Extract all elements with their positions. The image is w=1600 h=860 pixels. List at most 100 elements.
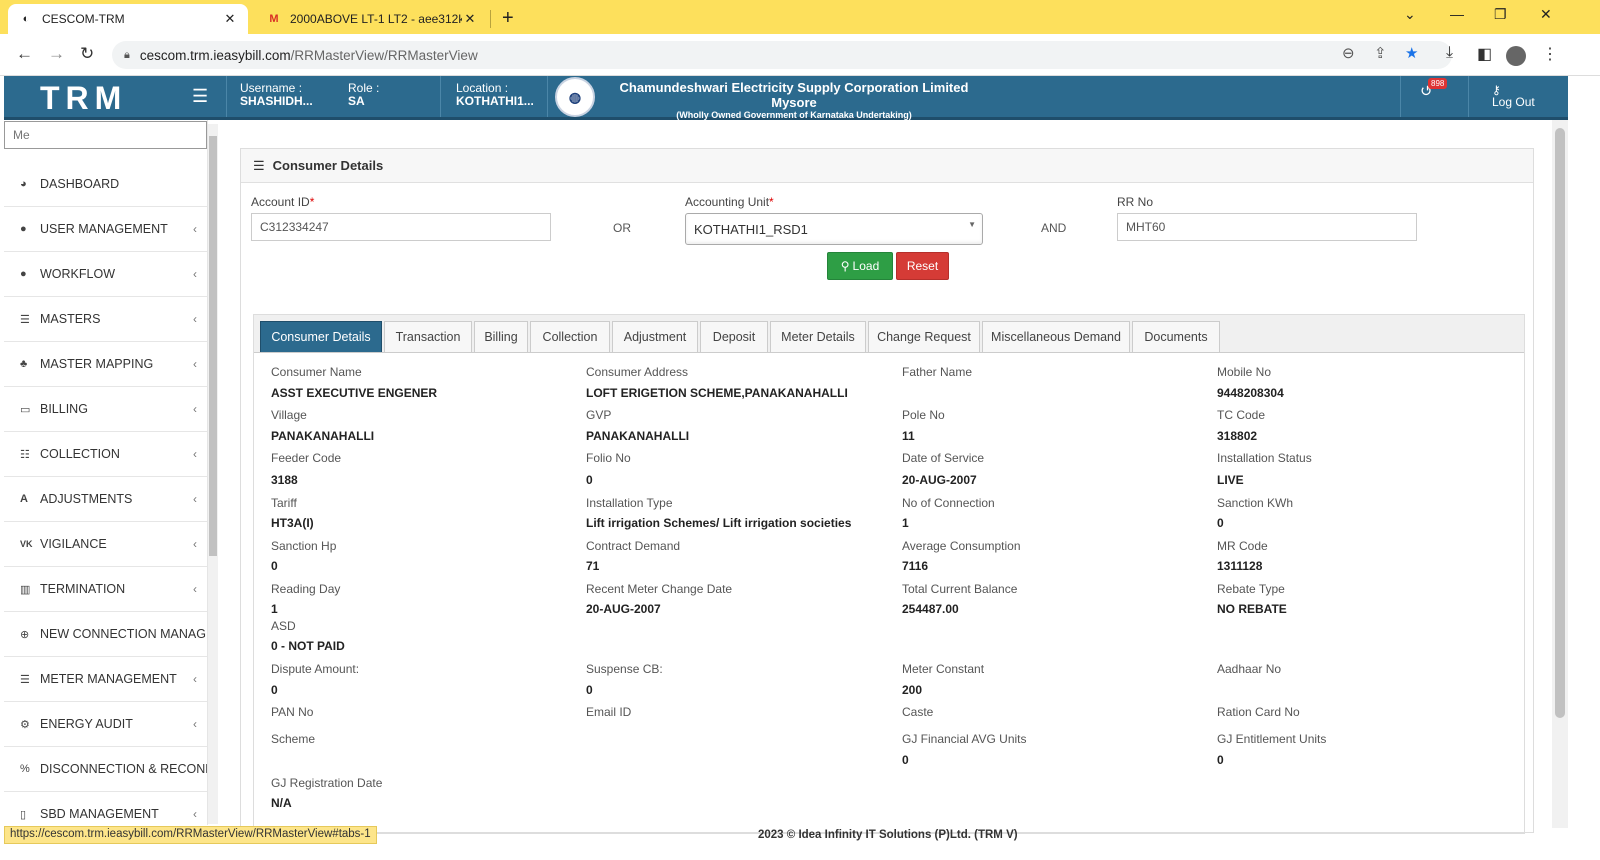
tab-deposit[interactable]: Deposit (700, 321, 768, 352)
installation-status-label: Installation Status (1217, 451, 1312, 465)
installation-type-label: Installation Type (586, 496, 673, 510)
tab-consumer-details[interactable]: Consumer Details (260, 321, 382, 352)
sidebar-item-adjustments[interactable]: A ADJUSTMENTS ‹ (4, 477, 207, 522)
sidebar-item-sbd-management[interactable]: ▯ SBD MANAGEMENT ‹ (4, 792, 207, 825)
download-icon[interactable]: ⤓ (1446, 44, 1453, 62)
forward-icon[interactable]: → (48, 44, 65, 64)
sidebar-item-label: SBD MANAGEMENT (40, 807, 159, 821)
sidebar-item-dashboard[interactable]: ◕ DASHBOARD (4, 162, 207, 207)
side-panel-icon[interactable]: ◧ (1477, 44, 1492, 64)
rebate-type-value: NO REBATE (1217, 602, 1287, 616)
sidebar-item-master-mapping[interactable]: ♣ MASTER MAPPING ‹ (4, 342, 207, 387)
tab-miscellaneous-demand[interactable]: Miscellaneous Demand (982, 321, 1130, 352)
tab-collection[interactable]: Collection (530, 321, 610, 352)
status-bar-url: https://cescom.trm.ieasybill.com/RRMaste… (4, 826, 377, 844)
close-window-icon[interactable]: ✕ (1540, 6, 1552, 23)
sidebar-item-label: COLLECTION (40, 447, 120, 461)
globe-icon: ◐ (22, 13, 30, 25)
menu-search-input[interactable] (4, 121, 207, 149)
sanction-kwh-value: 0 (1217, 516, 1224, 530)
restore-icon[interactable]: ❐ (1494, 6, 1507, 23)
back-icon[interactable]: ← (16, 44, 33, 64)
bookmark-star-icon[interactable]: ★ (1405, 44, 1418, 62)
sidebar-item-masters[interactable]: ☰ MASTERS ‹ (4, 297, 207, 342)
sidebar-item-collection[interactable]: ☷ COLLECTION ‹ (4, 432, 207, 477)
share-icon[interactable]: ⇪ (1374, 44, 1387, 62)
no-of-connection-value: 1 (902, 516, 909, 530)
no-of-connection-label: No of Connection (902, 496, 995, 510)
browser-tab-cescom[interactable]: ◐ CESCOM-TRM ✕ (8, 4, 248, 34)
browser-menu-icon[interactable]: ⋮ (1542, 44, 1558, 64)
tab-documents[interactable]: Documents (1132, 321, 1220, 352)
sidebar-item-label: MASTERS (40, 312, 101, 326)
minimize-icon[interactable]: — (1450, 6, 1464, 22)
sidebar-item-label: DASHBOARD (40, 177, 120, 191)
address-toolbar: ← → ↻ 🔒︎ cescom.trm.ieasybill.com/RRMast… (0, 34, 1600, 76)
rr-no-input[interactable] (1117, 213, 1417, 241)
sanction-kwh-label: Sanction KWh (1217, 496, 1294, 510)
close-tab-icon[interactable]: ✕ (222, 11, 238, 27)
monitor-icon: ▭ (20, 403, 31, 416)
folio-no-label: Folio No (586, 451, 631, 465)
tab-adjustment[interactable]: Adjustment (612, 321, 698, 352)
sidebar-scrollbar[interactable] (208, 124, 218, 824)
close-tab-icon[interactable]: ✕ (462, 11, 478, 27)
sidebar-item-disconnection[interactable]: % DISCONNECTION & RECONNECTION (4, 747, 207, 792)
sidebar-item-label: WORKFLOW (40, 267, 115, 281)
hamburger-menu-icon[interactable]: ☰ (192, 86, 208, 107)
url-bar[interactable]: 🔒︎ cescom.trm.ieasybill.com/RRMasterView… (112, 41, 1452, 69)
dispute-amount-value: 0 (271, 683, 278, 697)
scrollbar-thumb[interactable] (1555, 128, 1565, 718)
header-divider (226, 76, 227, 117)
tc-code-label: TC Code (1217, 408, 1266, 422)
bars-icon: ☰ (253, 157, 265, 173)
average-consumption-label: Average Consumption (902, 539, 1021, 553)
account-id-input[interactable] (251, 213, 551, 241)
reload-icon[interactable]: ↻ (80, 44, 94, 64)
account-id-label: Account ID* (251, 195, 315, 209)
role-value: SA (348, 94, 365, 108)
sidebar-item-energy-audit[interactable]: ⚙ ENERGY AUDIT ‹ (4, 702, 207, 747)
sidebar: ◕ DASHBOARD ● USER MANAGEMENT ‹ ● WORKFL… (4, 120, 208, 825)
header-divider (1400, 76, 1401, 117)
details-tabbar: Consumer Details Transaction Billing Col… (254, 315, 1524, 353)
sidebar-item-workflow[interactable]: ● WORKFLOW ‹ (4, 252, 207, 297)
reset-button[interactable]: Reset (896, 252, 949, 280)
sidebar-item-termination[interactable]: ▥ TERMINATION ‹ (4, 567, 207, 612)
recent-meter-change-date-value: 20-AUG-2007 (586, 602, 661, 616)
accounting-unit-value: KOTHATHI1_RSD1 (694, 221, 808, 237)
tab-meter-details[interactable]: Meter Details (770, 321, 866, 352)
zoom-icon[interactable]: ⊖ (1342, 44, 1355, 62)
tariff-label: Tariff (271, 496, 297, 510)
sidebar-item-user-management[interactable]: ● USER MANAGEMENT ‹ (4, 207, 207, 252)
gj-entitlement-units-label: GJ Entitlement Units (1217, 732, 1327, 746)
lock-icon: 🔒︎ (124, 48, 130, 61)
browser-tab-gmail[interactable]: M 2000ABOVE LT-1 LT2 - aee312kc ✕ (256, 4, 488, 34)
notification-bell-icon[interactable]: ↺ 898 (1420, 78, 1448, 100)
sidebar-item-label: METER MANAGEMENT (40, 672, 177, 686)
tab-transaction[interactable]: Transaction (384, 321, 472, 352)
sitemap-icon: ♣ (20, 358, 28, 370)
logout-label: Log Out (1492, 95, 1535, 109)
chevron-left-icon: ‹ (193, 492, 197, 506)
sidebar-item-meter-management[interactable]: ☰ METER MANAGEMENT ‹ (4, 657, 207, 702)
new-tab-icon[interactable]: + (502, 7, 514, 30)
aadhaar-no-label: Aadhaar No (1217, 662, 1282, 676)
tab-title: 2000ABOVE LT-1 LT2 - aee312kc (290, 12, 462, 26)
scrollbar-thumb[interactable] (209, 136, 217, 556)
accounting-unit-select[interactable]: KOTHATHI1_RSD1 ▼ (685, 213, 983, 245)
pole-no-value: 11 (902, 429, 915, 443)
logout-button[interactable]: ⚷ Log Out (1492, 84, 1535, 108)
sidebar-item-new-connection[interactable]: ⊕ NEW CONNECTION MANAGEMENT (4, 612, 207, 657)
tab-change-request[interactable]: Change Request (868, 321, 980, 352)
caret-down-icon: ▼ (968, 220, 976, 229)
tachometer-icon: ◕ (20, 178, 27, 190)
tab-search-icon[interactable]: ⌄ (1404, 6, 1416, 23)
tab-billing[interactable]: Billing (474, 321, 528, 352)
sidebar-item-vigilance[interactable]: VK VIGILANCE ‹ (4, 522, 207, 567)
load-button[interactable]: ⚲ Load (827, 252, 893, 280)
sidebar-item-billing[interactable]: ▭ BILLING ‹ (4, 387, 207, 432)
main-scrollbar[interactable] (1552, 120, 1568, 828)
gmail-icon: M (269, 13, 279, 25)
profile-avatar-icon[interactable] (1506, 46, 1526, 66)
